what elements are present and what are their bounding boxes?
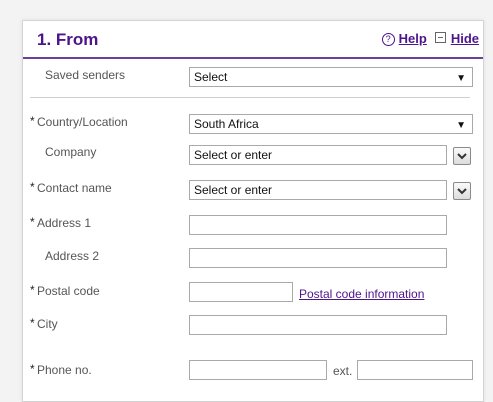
chevron-down-icon <box>457 188 467 195</box>
section-title: 1. From <box>37 30 99 49</box>
postal-code-info-link[interactable]: Postal code information <box>299 287 424 301</box>
saved-senders-select[interactable]: Select ▼ <box>189 67 473 87</box>
saved-senders-label: Saved senders <box>45 68 126 82</box>
company-placeholder: Select or enter <box>194 148 273 162</box>
ext-label: ext. <box>333 364 353 378</box>
company-input[interactable]: Select or enter <box>189 145 447 165</box>
required-marker: * <box>30 215 35 229</box>
help-link[interactable]: Help <box>399 31 427 46</box>
phone-ext-input[interactable] <box>357 360 473 380</box>
header-links: ? Help Hide <box>381 31 479 46</box>
phone-input[interactable] <box>189 360 327 380</box>
chevron-down-icon: ▼ <box>456 73 466 84</box>
required-marker: * <box>30 114 35 128</box>
contact-name-label: Contact name <box>37 181 112 195</box>
address1-label: Address 1 <box>37 216 92 230</box>
collapse-icon <box>434 32 446 43</box>
phone-label: Phone no. <box>37 363 92 377</box>
city-label: City <box>37 317 58 331</box>
saved-senders-value: Select <box>194 70 228 84</box>
required-marker: * <box>30 180 35 194</box>
chevron-down-icon: ▼ <box>456 120 466 131</box>
city-input[interactable] <box>189 315 447 335</box>
hide-link[interactable]: Hide <box>451 31 479 46</box>
country-value: South Africa <box>194 117 259 131</box>
address2-input[interactable] <box>189 248 447 268</box>
required-marker: * <box>30 362 35 376</box>
postal-code-input[interactable] <box>189 282 293 302</box>
address2-label: Address 2 <box>45 249 100 263</box>
company-label: Company <box>45 145 97 159</box>
address1-input[interactable] <box>189 215 447 235</box>
required-marker: * <box>30 283 35 297</box>
contact-name-input[interactable]: Select or enter <box>189 180 447 200</box>
country-select[interactable]: South Africa ▼ <box>189 114 473 134</box>
contact-name-placeholder: Select or enter <box>194 183 273 197</box>
required-marker: * <box>30 316 35 330</box>
help-icon: ? <box>381 33 395 46</box>
country-label: Country/Location <box>37 115 128 129</box>
chevron-down-icon <box>457 153 467 160</box>
section-header: 1. From ? Help Hide <box>23 21 483 59</box>
postal-code-label: Postal code <box>37 284 100 298</box>
contact-dropdown-button[interactable] <box>453 182 471 200</box>
divider <box>30 97 470 98</box>
company-dropdown-button[interactable] <box>453 147 471 165</box>
